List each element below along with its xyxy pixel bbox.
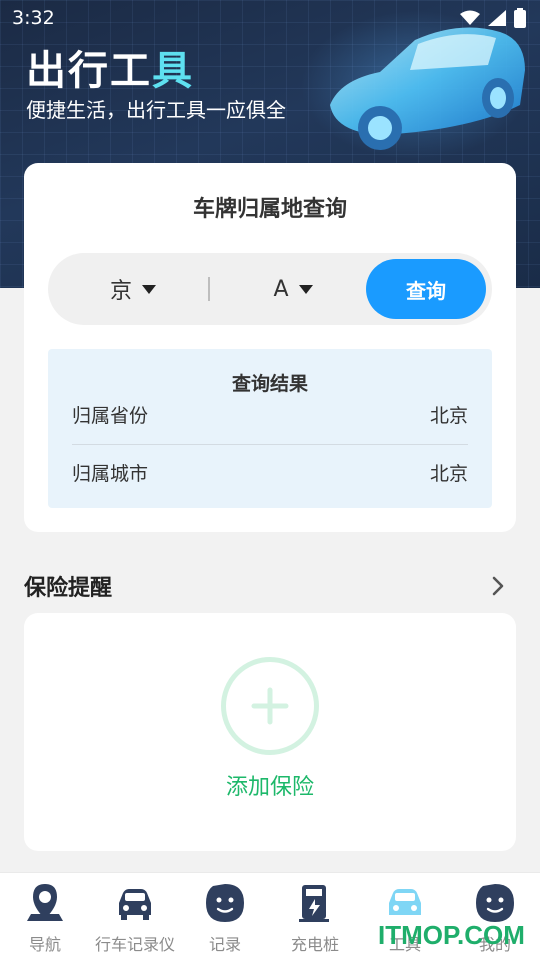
caret-down-icon [298,284,313,294]
result-row-province: 归属省份 北京 [72,401,468,428]
result-label: 归属城市 [72,463,149,485]
charging-station-icon [299,885,329,922]
add-insurance-label[interactable]: 添加保险 [24,769,516,801]
query-button[interactable]: 查询 [366,259,486,319]
tab-label: 导航 [28,935,61,954]
tab-records[interactable]: 记录 [180,873,270,960]
plate-query-bar: 京 A 查询 [48,253,492,325]
result-row-city: 归属城市 北京 [72,459,468,486]
result-title: 查询结果 [231,373,308,395]
query-result-box: 查询结果 归属省份 北京 归属城市 北京 [48,349,492,508]
page-title-main: 出行工 [26,48,152,94]
result-label: 归属省份 [72,405,149,427]
plate-query-card: 车牌归属地查询 京 A 查询 查询结果 归属省份 北京 归属城市 北京 [24,163,516,532]
car-tools-icon [389,889,421,915]
add-insurance-button[interactable] [221,657,319,755]
page-title-accent: 具 [152,48,194,94]
tab-label: 充电桩 [290,935,339,954]
plus-icon [251,687,289,725]
letter-value: A [273,276,289,302]
province-value: 京 [109,279,132,304]
page-subtitle: 便捷生活，出行工具一应俱全 [26,98,286,122]
page-title: 出行工具 [26,38,194,96]
car-dashcam-icon [119,889,151,920]
letter-select[interactable]: A [238,253,348,325]
tab-charging[interactable]: 充电桩 [270,873,360,960]
tab-label: 行车记录仪 [94,935,175,954]
insurance-section-title: 保险提醒 [24,576,113,601]
profile-bubble-icon [476,884,514,922]
result-value: 北京 [429,405,468,427]
record-bubble-icon [206,884,244,922]
province-select[interactable]: 京 [78,253,188,325]
chevron-right-icon[interactable] [486,574,510,598]
location-pin-icon [27,884,63,921]
result-divider [72,444,468,445]
plate-query-title: 车牌归属地查询 [192,197,347,222]
status-time: 3:32 [12,7,55,29]
tab-label: 记录 [208,935,241,954]
select-divider [208,277,210,301]
tab-dashcam[interactable]: 行车记录仪 [90,873,180,960]
tab-navigation[interactable]: 导航 [0,873,90,960]
insurance-card[interactable]: 添加保险 [24,613,516,851]
watermark: ITMOP.COM [378,920,525,950]
car-illustration [330,27,525,150]
caret-down-icon [142,284,156,294]
result-value: 北京 [429,463,468,485]
